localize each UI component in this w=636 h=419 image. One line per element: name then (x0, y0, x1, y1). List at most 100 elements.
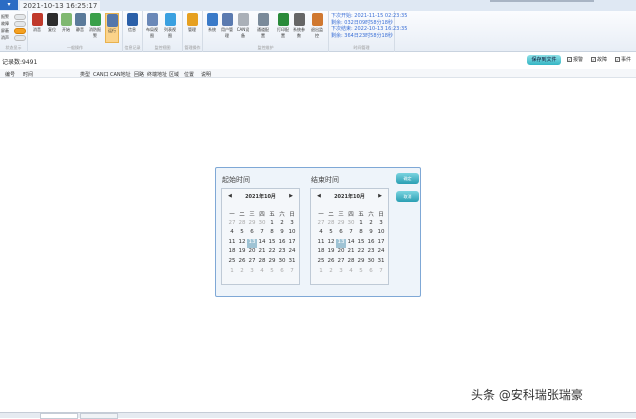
calendar-day[interactable]: 15 (267, 239, 277, 249)
calendar-day[interactable]: 20 (336, 248, 346, 258)
calendar-day[interactable]: 2 (277, 220, 287, 230)
calendar-day[interactable]: 8 (267, 229, 277, 239)
column-header[interactable]: 终端地址 (147, 71, 167, 78)
calendar-day[interactable]: 31 (376, 258, 386, 268)
calendar-day[interactable]: 12 (326, 239, 336, 249)
calendar-day[interactable]: 1 (316, 268, 326, 278)
bottom-tab[interactable] (80, 413, 118, 419)
calendar-day[interactable]: 7 (257, 229, 267, 239)
calendar-day[interactable]: 5 (267, 268, 277, 278)
ribbon-button-4[interactable]: 静音 (73, 13, 87, 33)
calendar-day[interactable]: 5 (356, 268, 366, 278)
filter-checkbox[interactable]: ✓ 事件 (615, 56, 631, 63)
status-toggle[interactable]: 报警 (1, 14, 26, 20)
calendar-day[interactable]: 29 (356, 258, 366, 268)
calendar-day[interactable]: 11 (227, 239, 237, 249)
prev-month-icon[interactable]: ◀ (228, 193, 232, 199)
calendar-day[interactable]: 21 (257, 248, 267, 258)
ribbon-button-2[interactable]: 复位 (45, 13, 59, 33)
calendar-day[interactable]: 15 (356, 239, 366, 249)
checkbox-icon[interactable]: ✓ (591, 57, 596, 62)
ribbon-button-1[interactable]: 消音 (30, 13, 44, 33)
calendar-day[interactable]: 2 (366, 220, 376, 230)
next-month-icon[interactable]: ▶ (378, 193, 382, 199)
cancel-button[interactable]: 取消 (396, 191, 419, 202)
calendar-day[interactable]: 2 (326, 268, 336, 278)
calendar-day[interactable]: 3 (376, 220, 386, 230)
ribbon-button-7[interactable]: 信息 (125, 13, 139, 33)
ok-button[interactable]: 确定 (396, 173, 419, 184)
calendar-day[interactable]: 6 (336, 229, 346, 239)
calendar-day[interactable]: 26 (326, 258, 336, 268)
checkbox-icon[interactable]: ✓ (615, 57, 620, 62)
ribbon-button-13[interactable]: CAN设备 (236, 13, 250, 39)
calendar-day[interactable]: 30 (277, 258, 287, 268)
calendar-day[interactable]: 4 (227, 229, 237, 239)
calendar-day[interactable]: 28 (257, 258, 267, 268)
ribbon-button-5[interactable]: 消防报警 (88, 13, 102, 39)
calendar-day[interactable]: 4 (316, 229, 326, 239)
calendar-day[interactable]: 19 (326, 248, 336, 258)
next-month-icon[interactable]: ▶ (289, 193, 293, 199)
ribbon-button-15[interactable]: 打印配置 (276, 13, 290, 39)
calendar-day[interactable]: 23 (366, 248, 376, 258)
calendar-day[interactable]: 5 (237, 229, 247, 239)
filter-checkbox[interactable]: ✓ 报警 (567, 56, 583, 63)
calendar-day[interactable]: 29 (336, 220, 346, 230)
ribbon-button-10[interactable]: 管理 (185, 13, 199, 33)
calendar-day[interactable]: 13 (336, 238, 346, 249)
calendar-day[interactable]: 3 (287, 220, 297, 230)
calendar-day[interactable]: 14 (257, 239, 267, 249)
calendar-day[interactable]: 1 (227, 268, 237, 278)
ribbon-button-14[interactable]: 通道配置 (256, 13, 270, 39)
calendar-day[interactable]: 1 (356, 220, 366, 230)
calendar-day[interactable]: 31 (287, 258, 297, 268)
app-menu-button[interactable]: ▾ (0, 0, 18, 10)
ribbon-button-8[interactable]: 布局视图 (145, 13, 159, 39)
calendar-day[interactable]: 17 (287, 239, 297, 249)
ribbon-button-3[interactable]: 开始 (59, 13, 73, 33)
calendar-day[interactable]: 18 (227, 248, 237, 258)
start-calendar[interactable]: ◀ 2021年10月 ▶ 一二三四五六日 27 28 29 30 1 2 3 4 5 6 7 8 9 10 11 12… (221, 188, 300, 285)
calendar-day[interactable]: 16 (277, 239, 287, 249)
calendar-day[interactable]: 30 (257, 220, 267, 230)
calendar-day[interactable]: 14 (346, 239, 356, 249)
status-toggle[interactable]: 屏蔽 (1, 28, 26, 34)
calendar-day[interactable]: 16 (366, 239, 376, 249)
calendar-day[interactable]: 23 (277, 248, 287, 258)
toggle-switch[interactable] (14, 14, 26, 20)
column-header[interactable]: 回路 (134, 71, 144, 78)
ribbon-button-11[interactable]: 系统 (205, 13, 219, 33)
calendar-day[interactable]: 29 (247, 220, 257, 230)
calendar-day[interactable]: 6 (366, 268, 376, 278)
calendar-day[interactable]: 17 (376, 239, 386, 249)
calendar-day[interactable]: 5 (326, 229, 336, 239)
calendar-day[interactable]: 24 (287, 248, 297, 258)
column-header[interactable]: 类型 (80, 71, 90, 78)
calendar-day[interactable]: 1 (267, 220, 277, 230)
calendar-day[interactable]: 4 (346, 268, 356, 278)
calendar-day[interactable]: 9 (366, 229, 376, 239)
calendar-day[interactable]: 6 (277, 268, 287, 278)
calendar-day[interactable]: 12 (237, 239, 247, 249)
calendar-day[interactable]: 3 (247, 268, 257, 278)
status-toggle[interactable]: 消声 (1, 35, 26, 41)
calendar-day[interactable]: 20 (247, 248, 257, 258)
ribbon-button-17[interactable]: 退出监控 (310, 13, 324, 39)
calendar-day[interactable]: 25 (227, 258, 237, 268)
calendar-day[interactable]: 7 (346, 229, 356, 239)
checkbox-icon[interactable]: ✓ (567, 57, 572, 62)
calendar-day[interactable]: 30 (366, 258, 376, 268)
calendar-day[interactable]: 21 (346, 248, 356, 258)
calendar-day[interactable]: 27 (227, 220, 237, 230)
calendar-day[interactable]: 22 (267, 248, 277, 258)
toggle-switch[interactable] (14, 28, 26, 34)
calendar-day[interactable]: 28 (237, 220, 247, 230)
calendar-day[interactable]: 27 (247, 258, 257, 268)
calendar-day[interactable]: 9 (277, 229, 287, 239)
ribbon-button-16[interactable]: 系统参数 (292, 13, 306, 39)
calendar-day[interactable]: 11 (316, 239, 326, 249)
column-header[interactable]: CAN地址 (110, 71, 131, 78)
calendar-day[interactable]: 13 (247, 238, 257, 249)
column-header[interactable]: 说明 (201, 71, 211, 78)
